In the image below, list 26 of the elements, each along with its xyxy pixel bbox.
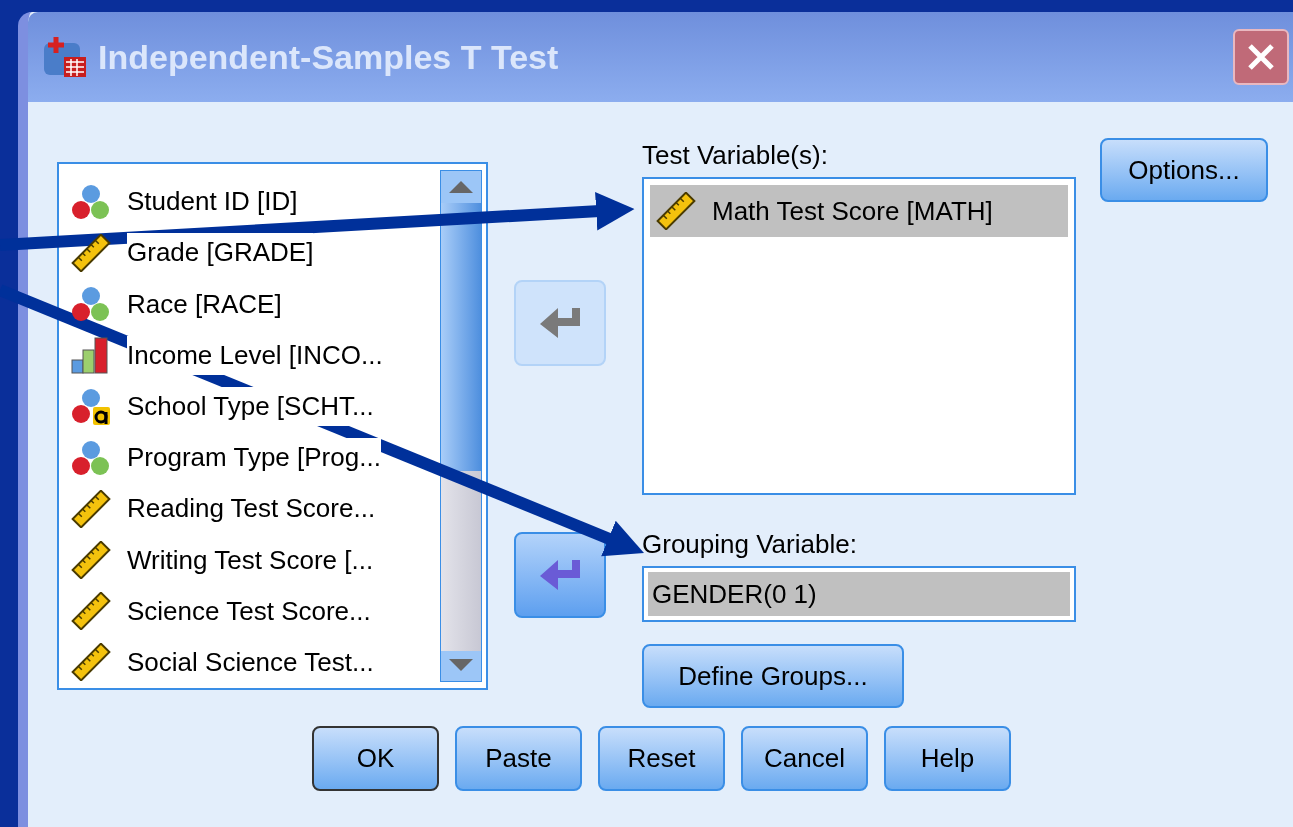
dialog-button[interactable]: Help bbox=[884, 726, 1011, 791]
dialog-button[interactable]: Options... bbox=[1100, 138, 1268, 202]
nominal-variable-icon bbox=[71, 285, 111, 323]
field-label: Grouping Variable: bbox=[642, 528, 858, 561]
field-label: Test Variable(s): bbox=[642, 139, 829, 172]
dialog-button[interactable]: Paste bbox=[455, 726, 582, 791]
app-icon bbox=[42, 35, 88, 79]
nominal-variable-icon bbox=[71, 438, 111, 477]
window-title: Independent-Samples T Test bbox=[98, 36, 559, 78]
variable-label: Math Test Score [MATH] bbox=[712, 194, 993, 228]
string-variable-icon bbox=[71, 387, 111, 426]
dialog-button[interactable]: Reset bbox=[598, 726, 725, 791]
variable-item[interactable]: Math Test Score [MATH] bbox=[650, 185, 1068, 237]
dialog-button[interactable]: OK bbox=[312, 726, 439, 791]
dialog-button[interactable]: Cancel bbox=[741, 726, 868, 791]
variable-item[interactable]: School Type [SCHT... bbox=[127, 386, 374, 426]
move-arrow-button[interactable] bbox=[514, 532, 606, 618]
grouping-variable-field[interactable]: GENDER(0 1) bbox=[642, 566, 1076, 622]
variable-item[interactable]: Income Level [INCO... bbox=[127, 335, 383, 375]
scrollbar-thumb[interactable] bbox=[441, 203, 481, 471]
nominal-variable-icon bbox=[71, 182, 111, 221]
dialog-button[interactable]: Define Groups... bbox=[642, 644, 904, 708]
grouping-variable-value: GENDER(0 1) bbox=[652, 577, 817, 611]
close-button[interactable] bbox=[1233, 29, 1289, 85]
close-icon bbox=[1246, 42, 1276, 72]
bar-chart-icon bbox=[71, 336, 111, 375]
